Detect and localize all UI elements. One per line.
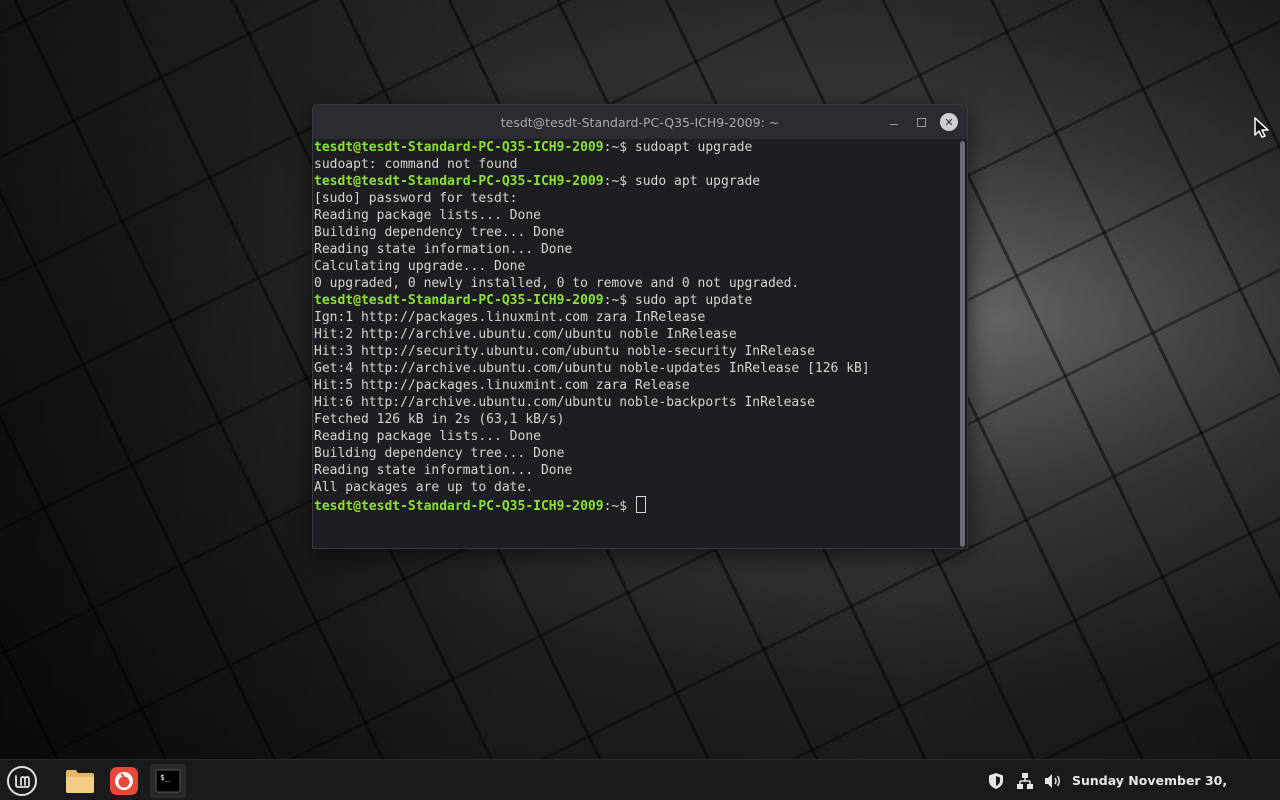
shell-prompt: tesdt@tesdt-Standard-PC-Q35-ICH9-2009 xyxy=(314,499,604,514)
output-text: Reading state information... Done xyxy=(314,463,573,478)
tray-shield[interactable] xyxy=(985,760,1007,800)
linux-mint-menu-icon xyxy=(7,766,37,796)
terminal-window[interactable]: tesdt@tesdt-Standard-PC-Q35-ICH9-2009: ~… xyxy=(312,104,968,549)
command-text: sudo apt update xyxy=(634,293,753,308)
maximize-icon xyxy=(916,117,926,127)
prompt-suffix: :~$ xyxy=(603,174,635,189)
output-text: Ign:1 http://packages.linuxmint.com zara… xyxy=(314,310,706,325)
minimize-button[interactable] xyxy=(885,113,903,131)
folder-icon xyxy=(66,770,94,793)
terminal-output-line: Hit:2 http://archive.ubuntu.com/ubuntu n… xyxy=(314,326,957,343)
terminal-output-line: Ign:1 http://packages.linuxmint.com zara… xyxy=(314,309,957,326)
output-text: Calculating upgrade... Done xyxy=(314,259,526,274)
terminal-output-line: sudoapt: command not found xyxy=(314,156,957,173)
shell-prompt: tesdt@tesdt-Standard-PC-Q35-ICH9-2009 xyxy=(314,174,604,189)
mouse-pointer-icon xyxy=(1254,117,1269,138)
terminal-output-line: Building dependency tree... Done xyxy=(314,445,957,462)
terminal-command-line: tesdt@tesdt-Standard-PC-Q35-ICH9-2009:~$ xyxy=(314,496,957,514)
network-icon xyxy=(1017,772,1033,789)
shell-prompt: tesdt@tesdt-Standard-PC-Q35-ICH9-2009 xyxy=(314,140,604,155)
terminal-output-line: Get:4 http://archive.ubuntu.com/ubuntu n… xyxy=(314,360,957,377)
terminal-output-line: All packages are up to date. xyxy=(314,479,957,496)
tray-network[interactable] xyxy=(1014,760,1036,800)
shield-icon xyxy=(989,772,1003,789)
output-text: Hit:6 http://archive.ubuntu.com/ubuntu n… xyxy=(314,395,815,410)
terminal-output-line: Building dependency tree... Done xyxy=(314,224,957,241)
firefox-button[interactable] xyxy=(106,764,142,798)
terminal-taskbar-button[interactable]: $_ xyxy=(150,764,186,798)
output-text: [sudo] password for tesdt: xyxy=(314,191,518,206)
shell-prompt: tesdt@tesdt-Standard-PC-Q35-ICH9-2009 xyxy=(314,293,604,308)
taskbar: $_ Sunday November 30, 21:28:01 xyxy=(0,759,1280,800)
terminal-output-line: Fetched 126 kB in 2s (63,1 kB/s) xyxy=(314,411,957,428)
minimize-icon xyxy=(890,124,898,125)
taskbar-clock[interactable]: Sunday November 30, 21:28:01 xyxy=(1072,760,1280,800)
output-text: Hit:3 http://security.ubuntu.com/ubuntu … xyxy=(314,344,815,359)
window-titlebar[interactable]: tesdt@tesdt-Standard-PC-Q35-ICH9-2009: ~… xyxy=(313,105,967,139)
terminal-output-line: Calculating upgrade... Done xyxy=(314,258,957,275)
terminal-command-line: tesdt@tesdt-Standard-PC-Q35-ICH9-2009:~$… xyxy=(314,139,957,156)
tray-volume[interactable] xyxy=(1042,760,1064,800)
output-text: All packages are up to date. xyxy=(314,480,534,495)
terminal-output-line: Hit:6 http://archive.ubuntu.com/ubuntu n… xyxy=(314,394,957,411)
close-icon: ✕ xyxy=(944,115,954,129)
terminal-output-line: Reading package lists... Done xyxy=(314,207,957,224)
prompt-suffix: :~$ xyxy=(603,499,635,514)
terminal-output-line: 0 upgraded, 0 newly installed, 0 to remo… xyxy=(314,275,957,292)
output-text: Hit:2 http://archive.ubuntu.com/ubuntu n… xyxy=(314,327,737,342)
output-text: Reading state information... Done xyxy=(314,242,573,257)
terminal-output-line: Hit:5 http://packages.linuxmint.com zara… xyxy=(314,377,957,394)
volume-icon xyxy=(1045,773,1060,788)
output-text: Fetched 126 kB in 2s (63,1 kB/s) xyxy=(314,412,565,427)
terminal-command-line: tesdt@tesdt-Standard-PC-Q35-ICH9-2009:~$… xyxy=(314,173,957,190)
output-text: 0 upgraded, 0 newly installed, 0 to remo… xyxy=(314,276,800,291)
output-text: Get:4 http://archive.ubuntu.com/ubuntu n… xyxy=(314,361,870,376)
terminal-output[interactable]: tesdt@tesdt-Standard-PC-Q35-ICH9-2009:~$… xyxy=(313,139,957,548)
terminal-output-line: Reading package lists... Done xyxy=(314,428,957,445)
terminal-output-line: Reading state information... Done xyxy=(314,241,957,258)
output-text: sudoapt: command not found xyxy=(314,157,518,172)
close-button[interactable]: ✕ xyxy=(940,113,958,131)
terminal-cursor[interactable] xyxy=(635,496,646,513)
menu-button[interactable] xyxy=(4,764,40,798)
terminal-command-line: tesdt@tesdt-Standard-PC-Q35-ICH9-2009:~$… xyxy=(314,292,957,309)
maximize-button[interactable] xyxy=(912,113,930,131)
command-text: sudoapt upgrade xyxy=(634,140,753,155)
output-text: Reading package lists... Done xyxy=(314,429,541,444)
output-text: Reading package lists... Done xyxy=(314,208,541,223)
terminal-output-line: [sudo] password for tesdt: xyxy=(314,190,957,207)
window-title: tesdt@tesdt-Standard-PC-Q35-ICH9-2009: ~ xyxy=(500,114,780,130)
svg-text:$_: $_ xyxy=(160,773,170,782)
prompt-suffix: :~$ xyxy=(603,293,635,308)
prompt-suffix: :~$ xyxy=(603,140,635,155)
command-text: sudo apt upgrade xyxy=(634,174,761,189)
output-text: Building dependency tree... Done xyxy=(314,225,565,240)
terminal-output-line: Hit:3 http://security.ubuntu.com/ubuntu … xyxy=(314,343,957,360)
output-text: Building dependency tree... Done xyxy=(314,446,565,461)
terminal-scrollbar[interactable] xyxy=(960,141,965,547)
files-button[interactable] xyxy=(62,764,98,798)
output-text: Hit:5 http://packages.linuxmint.com zara… xyxy=(314,378,690,393)
firefox-icon xyxy=(110,767,138,795)
terminal-icon: $_ xyxy=(155,769,181,793)
terminal-output-line: Reading state information... Done xyxy=(314,462,957,479)
